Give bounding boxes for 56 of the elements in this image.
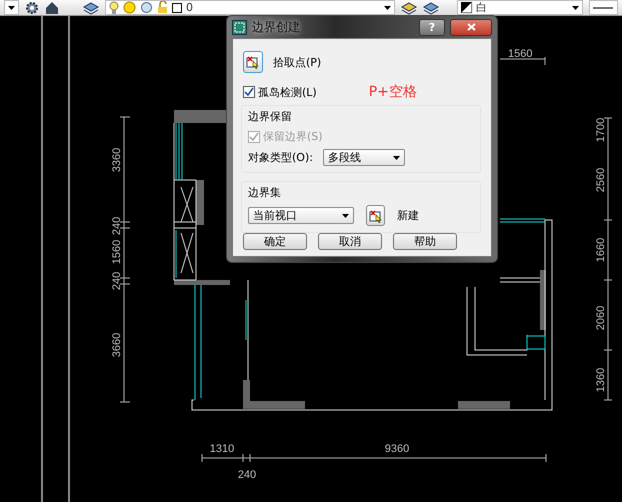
- line-sample-icon: [593, 6, 613, 8]
- layers-icon[interactable]: [401, 0, 417, 14]
- color-name: 白: [476, 2, 487, 13]
- gear-icon[interactable]: [25, 0, 39, 14]
- dimension-label: 1360: [595, 368, 607, 392]
- caret-icon: [392, 156, 400, 160]
- dimension-label: 1560: [111, 240, 123, 264]
- object-type-label: 对象类型(O):: [248, 150, 313, 165]
- dimension-label: 240: [111, 272, 123, 290]
- dimension-label: 240: [111, 216, 123, 236]
- pick-cursor-icon: [246, 55, 260, 69]
- dimension-label: 2560: [595, 168, 607, 192]
- dialog-button[interactable]: 帮助: [393, 233, 457, 250]
- color-swatch: [172, 2, 182, 12]
- pick-cursor-icon: [368, 208, 382, 222]
- lock-icon: [157, 1, 168, 14]
- dimension-label: 1660: [595, 238, 607, 262]
- new-boundary-button[interactable]: [366, 205, 385, 226]
- object-type-dropdown[interactable]: 多段线: [322, 149, 405, 166]
- dimension-label: 3660: [111, 332, 123, 358]
- caret-icon: [342, 214, 349, 218]
- dialog-button[interactable]: 取消: [318, 233, 382, 250]
- dimension-label: 9360: [384, 443, 410, 455]
- dimension-label: 240: [238, 469, 256, 481]
- boundary-set-dropdown[interactable]: 当前视口: [248, 207, 354, 224]
- color-swatch-icon: [461, 2, 472, 13]
- dialog-title: 边界创建: [252, 18, 301, 36]
- layer-name: 0: [186, 2, 193, 13]
- caret-icon: [384, 6, 391, 10]
- dimension-label: 1700: [595, 118, 607, 142]
- pick-points-label: 拾取点(P): [273, 54, 322, 70]
- linetype-dropdown[interactable]: [589, 0, 618, 15]
- pick-points-button[interactable]: [243, 51, 263, 73]
- caret-icon: [8, 6, 15, 10]
- boundary-icon: [232, 20, 247, 34]
- close-icon: [466, 23, 476, 31]
- sun-icon: [123, 1, 136, 14]
- annotation-text: P+空格: [368, 83, 417, 101]
- dimension-label: 2060: [595, 306, 607, 330]
- house-icon[interactable]: [45, 0, 59, 14]
- new-label: 新建: [397, 208, 419, 223]
- dimension-label: 3360: [111, 148, 123, 172]
- color-dropdown[interactable]: 白: [457, 0, 583, 15]
- layers-icon[interactable]: [83, 0, 99, 14]
- caret-icon: [572, 6, 579, 10]
- dimension-label: 1560: [508, 48, 532, 60]
- checkbox-label: 保留边界(S): [263, 129, 323, 144]
- checkbox[interactable]: [243, 86, 255, 98]
- layer-dropdown[interactable]: 0: [105, 0, 395, 15]
- dialog-button[interactable]: 确定: [243, 233, 307, 250]
- layers-icon[interactable]: [423, 0, 439, 14]
- group-title: 边界集: [248, 185, 282, 200]
- dimension-label: 1310: [210, 443, 234, 455]
- group-title: 边界保留: [248, 109, 293, 124]
- checkbox-label: 孤岛检测(L): [258, 84, 317, 100]
- close-button[interactable]: [450, 18, 492, 36]
